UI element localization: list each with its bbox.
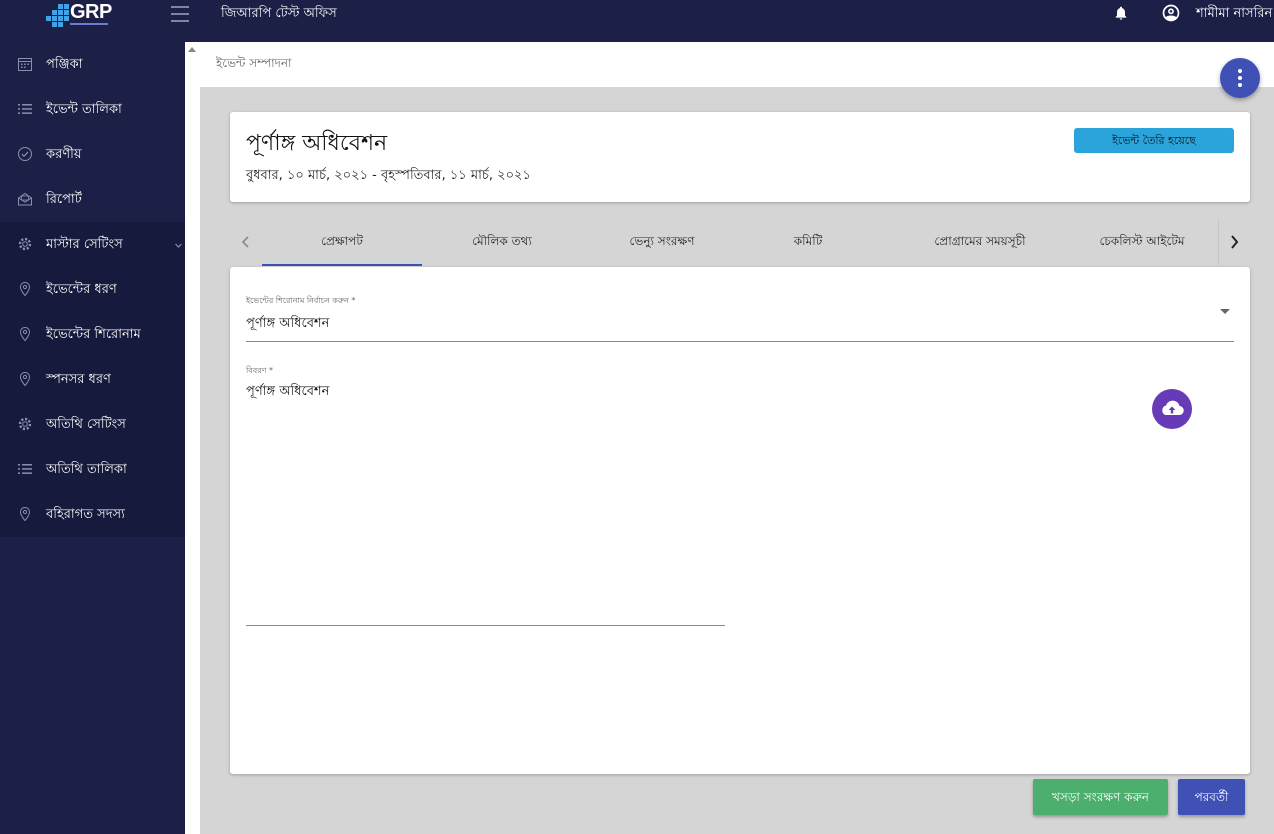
chevron-left-icon[interactable] bbox=[238, 232, 254, 252]
save-draft-button[interactable]: খসড়া সংরক্ষণ করুন bbox=[1033, 779, 1168, 815]
sidebar-item-event-title[interactable]: ইভেন্টের শিরোনাম bbox=[0, 312, 185, 357]
location-pin-icon bbox=[17, 281, 33, 297]
notification-bell-icon[interactable] bbox=[1113, 5, 1129, 21]
list-icon bbox=[17, 101, 33, 117]
sidebar-item-calendar[interactable]: পঞ্জিকা bbox=[0, 42, 185, 87]
breadcrumb: ইভেন্ট সম্পাদনা bbox=[216, 56, 292, 70]
sidebar-item-report[interactable]: রিপোর্ট bbox=[0, 177, 185, 222]
field-label: বিবরণ * bbox=[246, 366, 273, 375]
report-icon bbox=[17, 191, 33, 207]
sidebar-item-label: রিপোর্ট bbox=[46, 192, 82, 207]
sidebar-item-label: অতিথি তালিকা bbox=[46, 462, 127, 477]
cloud-upload-icon[interactable] bbox=[1152, 389, 1192, 429]
grp-logo[interactable]: GRP bbox=[46, 1, 112, 27]
more-options-button[interactable] bbox=[1220, 58, 1260, 98]
breadcrumb-bar: ইভেন্ট সম্পাদনা bbox=[200, 42, 1274, 87]
office-title: জিআরপি টেস্ট অফিস bbox=[221, 6, 337, 21]
chevron-down-icon[interactable] bbox=[174, 239, 183, 248]
user-name[interactable]: শামীমা নাসরিন bbox=[1196, 4, 1272, 25]
gear-icon bbox=[17, 236, 33, 252]
logo-mark-icon bbox=[46, 4, 69, 27]
gear-icon bbox=[17, 416, 33, 432]
account-circle-icon[interactable] bbox=[1161, 3, 1181, 23]
top-bar: GRP জিআরপি টেস্ট অফিস শামীমা নাসরিন bbox=[0, 0, 1274, 42]
sidebar-item-label: ইভেন্টের ধরণ bbox=[46, 282, 117, 297]
list-icon bbox=[17, 461, 33, 477]
sidebar-item-label: স্পনসর ধরণ bbox=[46, 372, 111, 387]
tab-program-schedule[interactable]: প্রোগ্রামের সময়সূচী bbox=[900, 218, 1060, 266]
description-textarea[interactable]: বিবরণ * পূর্ণাঙ্গ অধিবেশন bbox=[246, 365, 725, 626]
event-header-card: পূর্ণাঙ্গ অধিবেশন বুধবার, ১০ মার্চ, ২০২১… bbox=[230, 112, 1250, 202]
dropdown-arrow-icon[interactable] bbox=[1220, 309, 1230, 314]
menu-toggle-button[interactable] bbox=[171, 6, 189, 22]
sidebar-item-guest-list[interactable]: অতিথি তালিকা bbox=[0, 447, 185, 492]
location-pin-icon bbox=[17, 371, 33, 387]
location-pin-icon bbox=[17, 506, 33, 522]
tab-context[interactable]: প্রেক্ষাপট bbox=[262, 218, 422, 266]
tab-bar: প্রেক্ষাপট মৌলিক তথ্য ভেন্যু সংরক্ষণ কমি… bbox=[230, 218, 1250, 266]
field-value: পূর্ণাঙ্গ অধিবেশন bbox=[246, 384, 330, 399]
sidebar-item-external-members[interactable]: বহিরাগত সদস্য bbox=[0, 492, 185, 537]
sidebar-item-sponsor-type[interactable]: স্পনসর ধরণ bbox=[0, 357, 185, 402]
sidebar-item-label: ইভেন্ট তালিকা bbox=[46, 102, 122, 117]
event-title-select[interactable]: ইভেন্টের শিরোনাম নির্বাচন করুন * পূর্ণাঙ… bbox=[246, 295, 1234, 342]
sidebar-item-event-type[interactable]: ইভেন্টের ধরণ bbox=[0, 267, 185, 312]
sidebar-item-event-list[interactable]: ইভেন্ট তালিকা bbox=[0, 87, 185, 132]
field-value: পূর্ণাঙ্গ অধিবেশন bbox=[246, 316, 330, 331]
context-form-card: ইভেন্টের শিরোনাম নির্বাচন করুন * পূর্ণাঙ… bbox=[230, 267, 1250, 774]
sidebar-item-label: পঞ্জিকা bbox=[46, 57, 83, 72]
sidebar-item-guest-settings[interactable]: অতিথি সেটিংস bbox=[0, 402, 185, 447]
sidebar-item-label: ইভেন্টের শিরোনাম bbox=[46, 327, 141, 342]
sidebar-item-label: করণীয় bbox=[46, 147, 82, 162]
event-date-range: বুধবার, ১০ মার্চ, ২০২১ - বৃহস্পতিবার, ১১… bbox=[246, 168, 531, 183]
sidebar-item-master-settings[interactable]: মাস্টার সেটিংস bbox=[0, 222, 185, 267]
status-badge: ইভেন্ট তৈরি হয়েছে bbox=[1074, 128, 1234, 153]
sidebar-item-todo[interactable]: করণীয় bbox=[0, 132, 185, 177]
chevron-right-icon[interactable] bbox=[1218, 218, 1250, 266]
sidebar-scrollbar[interactable] bbox=[185, 42, 200, 834]
sidebar-item-label: মাস্টার সেটিংস bbox=[46, 237, 123, 252]
sidebar-item-label: বহিরাগত সদস্য bbox=[46, 507, 125, 522]
sidebar-item-label: অতিথি সেটিংস bbox=[46, 417, 126, 432]
calendar-icon bbox=[17, 56, 33, 72]
tab-checklist-items[interactable]: চেকলিস্ট আইটেম bbox=[1062, 218, 1222, 266]
field-label: ইভেন্টের শিরোনাম নির্বাচন করুন * bbox=[246, 296, 356, 305]
event-title: পূর্ণাঙ্গ অধিবেশন bbox=[246, 131, 388, 156]
scroll-up-arrow-icon[interactable] bbox=[188, 47, 196, 52]
logo-text: GRP bbox=[70, 1, 112, 23]
sidebar: পঞ্জিকা ইভেন্ট তালিকা করণীয় রিপোর্ট মাস… bbox=[0, 42, 185, 834]
logo-underline bbox=[70, 23, 108, 25]
tab-committee[interactable]: কমিটি bbox=[728, 218, 888, 266]
next-button[interactable]: পরবর্তী bbox=[1178, 779, 1245, 815]
check-circle-icon bbox=[17, 146, 33, 162]
tab-venue-booking[interactable]: ভেন্যু সংরক্ষণ bbox=[582, 218, 742, 266]
location-pin-icon bbox=[17, 326, 33, 342]
tab-basic-info[interactable]: মৌলিক তথ্য bbox=[422, 218, 582, 266]
